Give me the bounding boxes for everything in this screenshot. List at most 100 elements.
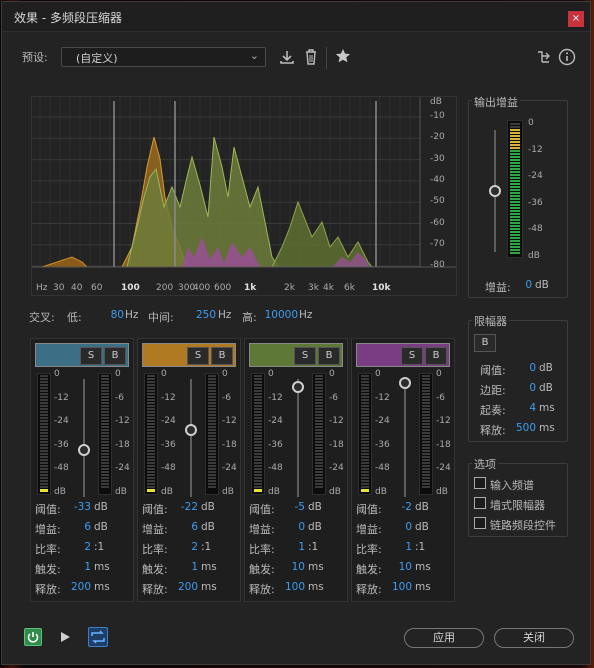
meter-segment [254,465,262,467]
meter-segment [315,453,323,455]
meter-segment [254,375,262,377]
crossover-high-value[interactable]: 10000 [264,309,298,321]
limiter-row-value[interactable]: 0 [510,362,536,374]
band-param-value[interactable]: 1 [386,541,412,553]
meter-segment [510,123,520,125]
close-button[interactable]: 关闭 [494,628,574,648]
option-item[interactable]: 输入频谱 [474,477,564,492]
output-gain-value[interactable]: 0 [518,279,532,291]
hz-tick-label: 200 [156,283,174,293]
meter-segment [315,408,323,410]
meter-segment [101,378,109,380]
band-param-value[interactable]: 2 [172,541,198,553]
trash-icon[interactable] [303,48,319,69]
band-param-value[interactable]: 1 [279,541,305,553]
crossover-high-unit: Hz [299,309,313,321]
meter-segment [208,459,216,461]
band-param-value[interactable]: 200 [172,581,198,593]
bypass-button[interactable]: B [318,347,340,365]
meter-segment [510,180,520,182]
band-param-value[interactable]: -5 [279,501,305,513]
download-icon[interactable] [279,49,295,68]
meter-segment [40,411,48,413]
meter-segment [254,447,262,449]
loop-toggle[interactable] [88,627,108,647]
info-icon[interactable] [558,48,576,69]
band-param-label: 阈值: [356,503,382,516]
bypass-button[interactable]: B [104,347,126,365]
spectrum-graph[interactable]: dB -10 -20 -30 -40 -50 -60 -70 -80 Hz 30 40 60 100… [31,96,457,296]
close-window-button[interactable]: × [568,11,584,27]
limiter-row-value[interactable]: 0 [510,382,536,394]
band-param-value[interactable]: 100 [279,581,305,593]
limiter-row-value[interactable]: 4 [510,402,536,414]
meter-segment [361,411,369,413]
star-icon[interactable] [335,48,351,67]
meter-segment [208,414,216,416]
band-param-value[interactable]: 200 [65,581,91,593]
meter-segment [422,468,430,470]
checkbox[interactable] [474,477,486,489]
band-param-value[interactable]: -22 [172,501,198,513]
meter-segment [422,471,430,473]
meter-segment [315,477,323,479]
band-param-value[interactable]: 10 [279,561,305,573]
band-param-value[interactable]: 10 [386,561,412,573]
meter-segment [101,429,109,431]
meter-segment [40,462,48,464]
solo-button[interactable]: S [401,347,423,365]
route-icon[interactable] [536,49,552,68]
output-gain-slider[interactable] [489,185,501,197]
threshold-track [83,379,85,497]
limiter-bypass-button[interactable]: B [474,334,496,352]
power-toggle[interactable] [24,628,42,646]
limiter-row-value[interactable]: 500 [510,422,536,434]
option-item[interactable]: 墙式限幅器 [474,497,564,512]
meter-segment [40,387,48,389]
meter-segment [422,462,430,464]
meter-segment [40,426,48,428]
threshold-slider[interactable] [292,381,304,394]
crossover-label: 交叉: [29,311,55,324]
band-param-value[interactable]: -33 [65,501,91,513]
threshold-slider[interactable] [399,376,411,389]
solo-button[interactable]: S [80,347,102,365]
band-param-value[interactable]: -2 [386,501,412,513]
meter-segment [422,393,430,395]
band-param-label: 触发: [249,563,275,576]
meter-segment [361,486,369,488]
band-param-value[interactable]: 6 [172,521,198,533]
play-icon[interactable] [59,631,71,646]
solo-button[interactable]: S [294,347,316,365]
checkbox[interactable] [474,497,486,509]
bypass-button[interactable]: B [425,347,447,365]
band-param-value[interactable]: 6 [65,521,91,533]
threshold-slider[interactable] [78,443,90,456]
solo-button[interactable]: S [187,347,209,365]
bypass-button[interactable]: B [211,347,233,365]
meter-segment [40,405,48,407]
band-param-value[interactable]: 1 [172,561,198,573]
band-param-value[interactable]: 0 [279,521,305,533]
meter-segment [361,474,369,476]
apply-button[interactable]: 应用 [404,628,484,648]
meter-segment [208,405,216,407]
band-param-value[interactable]: 100 [386,581,412,593]
band-param-value[interactable]: 1 [65,561,91,573]
band-param-value[interactable]: 2 [65,541,91,553]
meter-segment [254,399,262,401]
meter-segment [40,486,48,488]
preset-dropdown[interactable]: (自定义) ⌄ [61,47,266,67]
meter-segment [510,231,520,233]
crossover-mid-value[interactable]: 250 [192,309,216,321]
band-param-value[interactable]: 0 [386,521,412,533]
option-label: 输入频谱 [490,479,534,492]
threshold-slider[interactable] [185,423,197,436]
checkbox[interactable] [474,517,486,529]
meter-segment [254,396,262,398]
meter-segment [315,393,323,395]
meter-segment [208,423,216,425]
option-item[interactable]: 链路频段控件 [474,517,564,532]
meter-segment [510,198,520,200]
crossover-low-value[interactable]: 80 [102,309,124,321]
